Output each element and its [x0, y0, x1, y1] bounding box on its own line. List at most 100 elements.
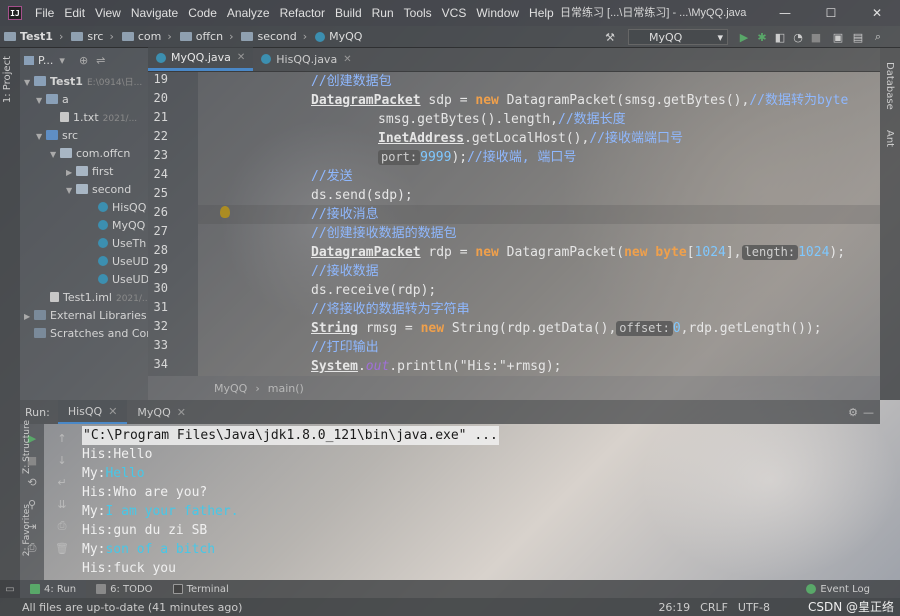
tree-item-hisqq[interactable]: HisQQ — [98, 199, 146, 217]
run-tab-hisqq[interactable]: HisQQ ✕ — [57, 400, 128, 424]
class-icon — [156, 52, 166, 63]
scroll-to-end-icon[interactable]: ⇊ — [56, 498, 68, 511]
tree-item-useud[interactable]: UseUD — [98, 271, 148, 289]
project-tool-tab[interactable]: 1: Project — [2, 56, 13, 103]
chevron-down-icon[interactable]: ▾ — [59, 54, 65, 67]
gear-icon[interactable]: ⚙ — [848, 406, 858, 419]
close-icon[interactable]: ✕ — [177, 406, 186, 419]
crumb-myqq[interactable]: MyQQ — [311, 30, 366, 43]
project-view-select[interactable]: P... — [38, 54, 53, 67]
minimize-button[interactable]: — — [762, 0, 808, 26]
structure-tool-tab[interactable]: Z: Structure — [22, 420, 32, 474]
search-icon[interactable]: ⌕ — [872, 30, 884, 43]
parameter-hint: port: — [378, 150, 421, 165]
favorites-tool-tab[interactable]: 2: Favorites — [22, 504, 32, 556]
run-toolbar-secondary: ↑ ↓ ↵ ⇊ ⎙ 🗑 — [44, 424, 82, 580]
menu-vcs[interactable]: VCS — [437, 0, 472, 26]
run-tab-myqq[interactable]: MyQQ ✕ — [127, 400, 196, 424]
tree-item-com-offcn[interactable]: ▼ com.offcn — [50, 145, 130, 163]
project-panel: P... ▾ ⊕ ⇌ ▼ Test1 E:\0914\日... ▼ a 1.txt 20… — [20, 48, 148, 400]
console-line: His:Who are you? — [82, 485, 208, 500]
tree-item-src[interactable]: ▼ src — [36, 127, 78, 145]
crumb-offcn[interactable]: offcn › — [176, 30, 238, 43]
code-line-29: //接收数据 — [311, 264, 379, 279]
tree-item-external-libraries[interactable]: ▶ External Libraries — [24, 307, 147, 325]
menu-help[interactable]: Help — [524, 0, 559, 26]
tab-run[interactable]: 4: Run — [20, 580, 87, 598]
todo-icon — [96, 584, 107, 594]
code-line-30: ds.receive(rdp); — [311, 283, 437, 298]
breadcrumb-class[interactable]: MyQQ — [214, 382, 247, 395]
menu-window[interactable]: Window — [471, 0, 524, 26]
stop-icon[interactable]: ■ — [810, 31, 822, 44]
tree-item-myqq[interactable]: MyQQ — [98, 217, 145, 235]
project-structure-icon[interactable]: ▣ — [832, 31, 844, 44]
run-configuration-select[interactable]: MyQQ ▾ — [628, 29, 728, 45]
line-separator[interactable]: CRLF — [700, 601, 728, 614]
caret-position[interactable]: 26:19 — [658, 601, 690, 614]
menu-refactor[interactable]: Refactor — [275, 0, 330, 26]
close-icon[interactable]: ✕ — [108, 405, 117, 418]
tree-item-scratches[interactable]: Scratches and Con — [34, 325, 148, 343]
tree-item-useth[interactable]: UseTh — [98, 235, 146, 253]
crumb-second[interactable]: second › — [237, 30, 311, 43]
locate-icon[interactable]: ⊕ — [79, 54, 88, 67]
tool-window-toggle-icon[interactable]: ▭ — [0, 584, 20, 595]
run-icon[interactable]: ▶ — [738, 31, 750, 44]
tree-item-test1-iml[interactable]: Test1.iml 2021/... — [50, 289, 148, 307]
parameter-hint: offset: — [616, 321, 673, 336]
database-tool-tab[interactable]: Database — [884, 62, 895, 110]
crumb-com[interactable]: com › — [118, 30, 176, 43]
print-icon[interactable]: ⎙ — [56, 519, 68, 532]
menu-build[interactable]: Build — [330, 0, 367, 26]
crumb-src[interactable]: src › — [67, 30, 117, 43]
coverage-icon[interactable]: ◧ — [774, 31, 786, 44]
menu-code[interactable]: Code — [183, 0, 222, 26]
hide-icon[interactable]: — — [863, 406, 874, 419]
trash-icon[interactable]: 🗑 — [55, 542, 69, 555]
menu-navigate[interactable]: Navigate — [126, 0, 183, 26]
restore-layout-icon[interactable]: ⟲ — [26, 476, 38, 489]
up-arrow-icon[interactable]: ↑ — [56, 432, 68, 445]
close-icon[interactable]: ✕ — [237, 52, 245, 63]
tree-item-a[interactable]: ▼ a — [36, 91, 69, 109]
build-hammer-icon[interactable]: ⚒ — [604, 31, 616, 44]
crumb-project[interactable]: Test1 › — [0, 30, 67, 43]
profile-icon[interactable]: ◔ — [792, 31, 804, 44]
breadcrumb-method[interactable]: main() — [268, 382, 304, 395]
file-encoding[interactable]: UTF-8 — [738, 601, 770, 614]
ant-tool-tab[interactable]: Ant — [884, 130, 895, 147]
event-log-button[interactable]: Event Log — [806, 580, 870, 598]
menu-file[interactable]: File — [30, 0, 59, 26]
menu-run[interactable]: Run — [367, 0, 399, 26]
console-output[interactable]: "C:\Program Files\Java\jdk1.8.0_121\bin\… — [82, 424, 880, 580]
tree-item-test1[interactable]: ▼ Test1 E:\0914\日... — [24, 73, 142, 91]
tab-terminal[interactable]: Terminal — [163, 580, 239, 598]
code-text-area[interactable]: //创建数据包 DatagramPacket sdp = new Datagra… — [198, 72, 880, 376]
tree-item-first[interactable]: ▶ first — [66, 163, 114, 181]
menu-analyze[interactable]: Analyze — [222, 0, 275, 26]
menu-edit[interactable]: Edit — [59, 0, 90, 26]
close-button[interactable]: ✕ — [854, 0, 900, 26]
tree-item-1txt[interactable]: 1.txt 2021/... — [60, 109, 137, 127]
menu-tools[interactable]: Tools — [399, 0, 437, 26]
down-arrow-icon[interactable]: ↓ — [56, 454, 68, 467]
tree-item-useud[interactable]: UseUD — [98, 253, 148, 271]
menu-view[interactable]: View — [90, 0, 126, 26]
tree-item-second[interactable]: ▼ second — [66, 181, 131, 199]
intellij-logo-icon: IJ — [8, 6, 22, 20]
soft-wrap-icon[interactable]: ↵ — [56, 476, 68, 489]
terminal-icon — [172, 584, 183, 594]
tab-hisqq-java[interactable]: HisQQ.java ✕ — [253, 47, 359, 71]
tab-todo[interactable]: 6: TODO — [86, 580, 162, 598]
right-tool-strip: Database Ant — [880, 48, 900, 400]
tab-myqq-java[interactable]: MyQQ.java ✕ — [148, 47, 254, 71]
line-number-gutter: 19 20 21 22 23 24 25 26 27 28 29 30 31 3… — [148, 72, 198, 376]
close-icon[interactable]: ✕ — [343, 54, 351, 65]
code-line-26: //接收消息 — [311, 207, 379, 222]
debug-icon[interactable]: ✱ — [756, 31, 768, 44]
collapse-icon[interactable]: ⇌ — [96, 54, 105, 67]
maximize-button[interactable]: ☐ — [808, 0, 854, 26]
sdk-icon[interactable]: ▤ — [852, 31, 864, 44]
run-label: Run: — [25, 405, 50, 419]
